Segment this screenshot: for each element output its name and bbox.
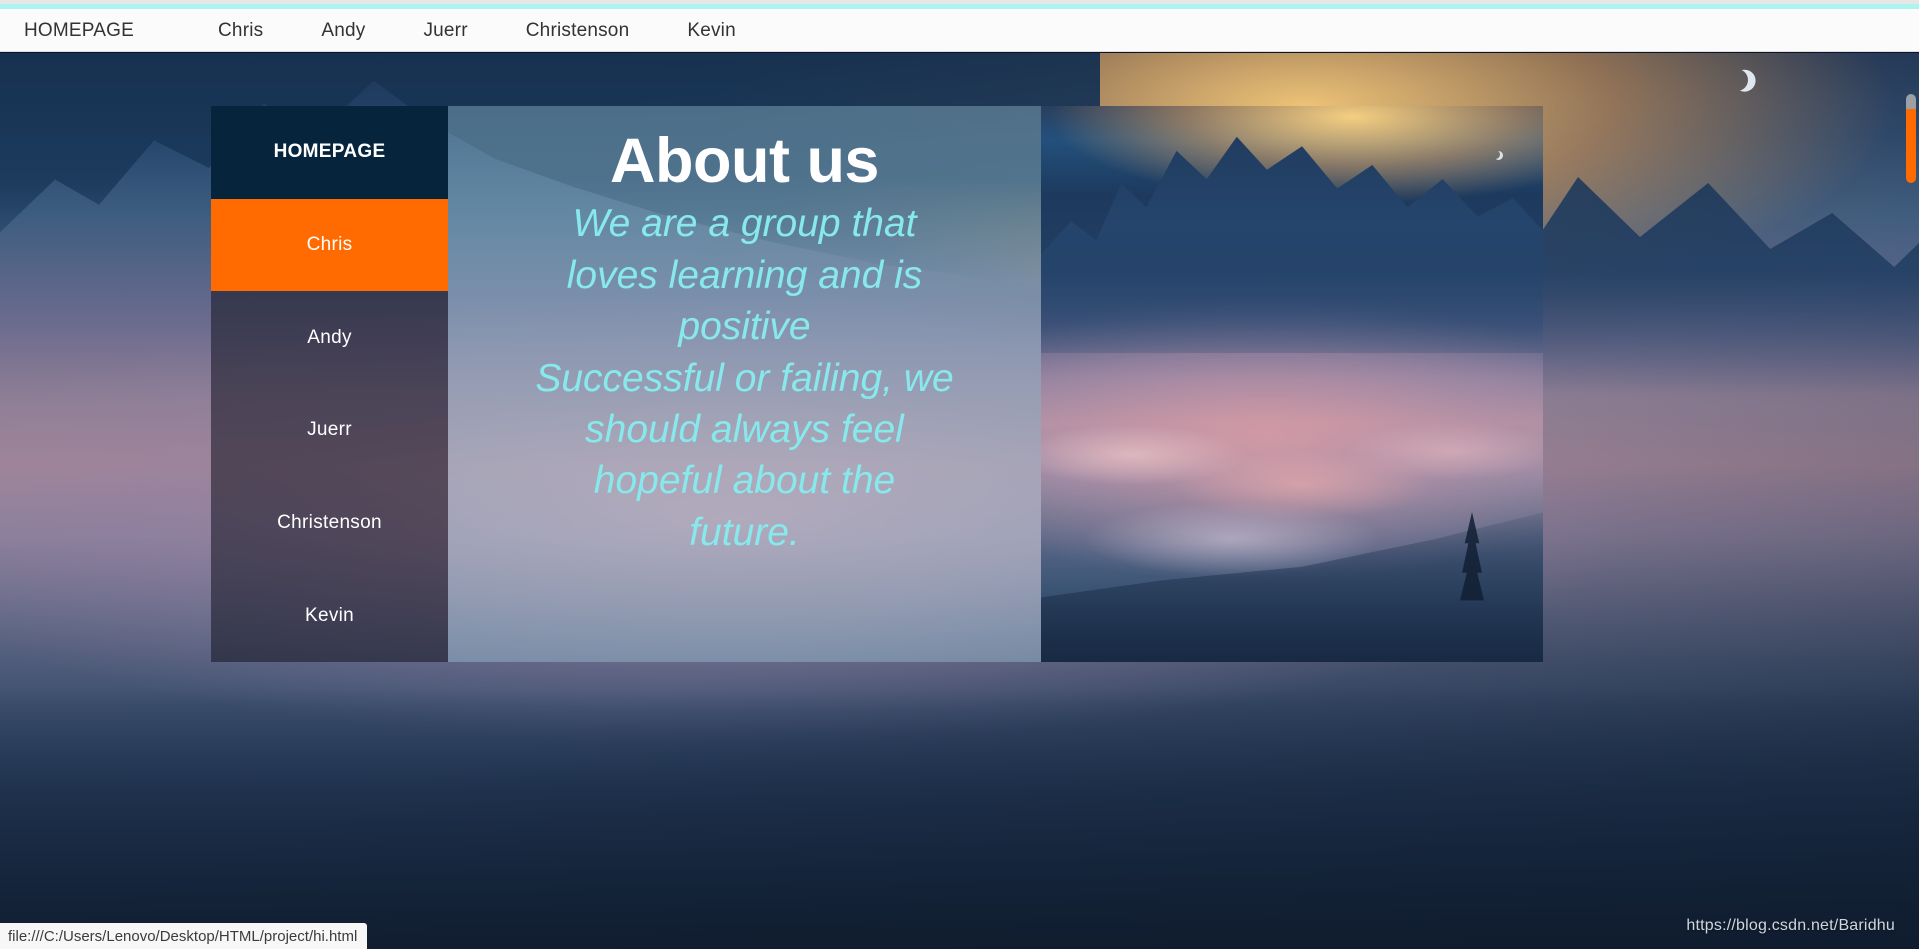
topnav-item-homepage[interactable]: HOMEPAGE bbox=[24, 21, 134, 40]
about-panel: About us We are a group that loves learn… bbox=[448, 106, 1041, 662]
hero-foreground-slope bbox=[0, 689, 1919, 949]
topnav-item-christenson[interactable]: Christenson bbox=[526, 21, 630, 40]
about-line: should always feel bbox=[585, 408, 904, 452]
feature-photo-moon-icon bbox=[1491, 150, 1500, 159]
sidebar-item-label: Christenson bbox=[277, 512, 382, 534]
sidebar-item-label: HOMEPAGE bbox=[273, 141, 386, 163]
about-line: We are a group that bbox=[572, 202, 917, 246]
sidebar-item-label: Andy bbox=[307, 326, 352, 348]
topnav-item-chris[interactable]: Chris bbox=[218, 21, 263, 40]
feature-photo-card bbox=[1041, 106, 1543, 662]
sidebar-item-chris[interactable]: Chris bbox=[211, 198, 448, 292]
sidebar-item-juerr[interactable]: Juerr bbox=[211, 384, 448, 477]
about-line: positive bbox=[678, 305, 811, 349]
sidebar-item-label: Chris bbox=[306, 234, 353, 255]
about-line: future. bbox=[689, 510, 800, 554]
sidebar-item-kevin[interactable]: Kevin bbox=[211, 569, 448, 663]
about-line: Successful or failing, we bbox=[535, 356, 954, 400]
top-navigation-bar: HOMEPAGE Chris Andy Juerr Christenson Ke… bbox=[0, 9, 1919, 52]
sidebar-menu: HOMEPAGE Chris Andy Juerr Christenson Ke… bbox=[211, 106, 448, 663]
page-scrollbar-track[interactable] bbox=[1902, 53, 1919, 949]
topnav-item-andy[interactable]: Andy bbox=[321, 21, 365, 40]
about-body: We are a group that loves learning and i… bbox=[472, 198, 1017, 558]
about-title: About us bbox=[610, 126, 879, 196]
sidebar-item-christenson[interactable]: Christenson bbox=[211, 476, 448, 570]
sidebar-item-andy[interactable]: Andy bbox=[211, 291, 448, 385]
topnav-item-juerr[interactable]: Juerr bbox=[423, 21, 467, 40]
content-stage: HOMEPAGE Chris Andy Juerr Christenson Ke… bbox=[211, 106, 1543, 663]
sidebar-item-label: Kevin bbox=[304, 604, 355, 626]
about-line: loves learning and is bbox=[566, 253, 923, 297]
sidebar-item-homepage[interactable]: HOMEPAGE bbox=[211, 106, 448, 199]
status-bar-url: file:///C:/Users/Lenovo/Desktop/HTML/pro… bbox=[8, 927, 358, 945]
browser-status-bar: file:///C:/Users/Lenovo/Desktop/HTML/pro… bbox=[0, 923, 368, 949]
about-line: hopeful about the bbox=[593, 459, 896, 503]
sidebar-item-label: Juerr bbox=[307, 419, 352, 441]
page-accent-line bbox=[0, 4, 1919, 9]
watermark: https://blog.csdn.net/Baridhu bbox=[1686, 917, 1895, 934]
topnav-item-kevin[interactable]: Kevin bbox=[687, 21, 736, 40]
page-scrollbar-thumb[interactable] bbox=[1906, 109, 1916, 183]
